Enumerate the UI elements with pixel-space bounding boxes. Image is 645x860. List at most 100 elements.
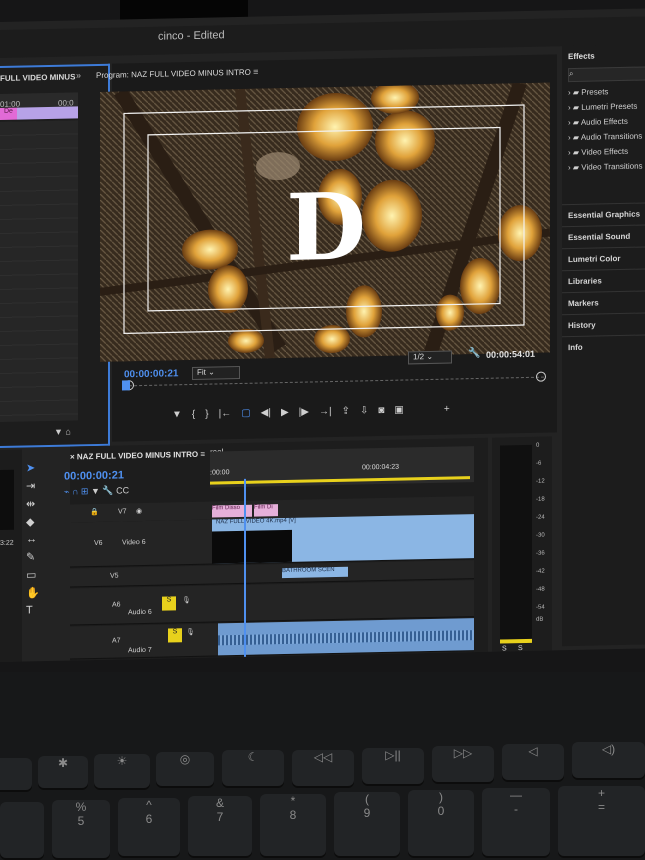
- panel-menu-icon[interactable]: ≡: [200, 450, 205, 459]
- effects-folder-audio-effects[interactable]: › ▰ Audio Effects: [568, 116, 645, 133]
- rectangle-tool-icon[interactable]: ▭: [26, 568, 48, 581]
- clip-film-dissolve-2[interactable]: Film Di: [254, 504, 278, 517]
- export-frame-icon[interactable]: ◙: [378, 404, 384, 415]
- track-a7[interactable]: A7 Audio 7 S 🎙: [70, 618, 474, 660]
- clip-naz-full-video[interactable]: NAZ FULL VIDEO 4K.mp4 [V]: [212, 514, 474, 564]
- key-f8[interactable]: ◁: [502, 744, 564, 780]
- key-f6[interactable]: ▷||: [362, 748, 424, 784]
- key-8[interactable]: * 8: [260, 794, 326, 856]
- effects-folder-video-effects[interactable]: › ▰ Video Effects: [568, 146, 645, 163]
- nest-icon[interactable]: ⊞: [81, 486, 89, 496]
- play-icon[interactable]: ▶: [281, 406, 289, 417]
- key-5[interactable]: % 5: [52, 800, 110, 858]
- add-button-icon[interactable]: +: [444, 403, 450, 414]
- timeline-tab[interactable]: × NAZ FULL VIDEO MINUS INTRO ≡: [70, 450, 205, 462]
- history-tab[interactable]: History: [562, 312, 645, 337]
- go-to-out-icon[interactable]: →|: [319, 406, 332, 417]
- key-f3[interactable]: ◎: [156, 752, 214, 786]
- mark-in-icon[interactable]: {: [192, 408, 195, 419]
- libraries-tab[interactable]: Libraries: [562, 268, 645, 293]
- audio-clip-a7[interactable]: [218, 618, 474, 656]
- effects-search-input[interactable]: ⌕: [568, 66, 645, 83]
- track-select-icon[interactable]: ⇥: [26, 479, 48, 492]
- source-panel[interactable]: FULL VIDEO MINUS » 01:00 00:0 De ▼ ⌂: [0, 63, 110, 448]
- key-f4[interactable]: ☾: [222, 750, 284, 786]
- program-timecode[interactable]: 00:00:00:21: [124, 368, 178, 380]
- effects-title[interactable]: Effects: [568, 52, 595, 62]
- mic-icon[interactable]: 🎙: [186, 628, 195, 636]
- safe-margins-icon[interactable]: ▢: [241, 407, 250, 418]
- playhead-marker[interactable]: [122, 380, 130, 391]
- key-9[interactable]: (9: [334, 792, 400, 856]
- key-4[interactable]: [0, 802, 44, 858]
- program-title[interactable]: Program: NAZ FULL VIDEO MINUS INTRO ≡: [96, 67, 258, 80]
- lift-icon[interactable]: ⇪: [342, 405, 350, 416]
- zoom-dropdown[interactable]: Fit ⌄: [192, 365, 240, 380]
- slip-tool-icon[interactable]: ↔: [26, 533, 48, 545]
- panel-expand-icon[interactable]: »: [76, 70, 81, 80]
- key-f5[interactable]: ◁◁: [292, 750, 354, 786]
- essential-graphics-tab[interactable]: Essential Graphics: [562, 202, 645, 227]
- step-forward-icon[interactable]: |▶: [299, 406, 309, 417]
- key-7[interactable]: & 7: [188, 796, 252, 856]
- lock-icon[interactable]: 🔒: [90, 508, 99, 516]
- essential-sound-tab[interactable]: Essential Sound: [562, 224, 645, 249]
- marker-icon[interactable]: ▼: [91, 486, 100, 496]
- filter-icon[interactable]: ▼ ⌂: [54, 427, 71, 437]
- pen-tool-icon[interactable]: ✎: [26, 550, 48, 563]
- program-scrubber[interactable]: [122, 371, 546, 395]
- timeline-playhead[interactable]: [244, 478, 246, 662]
- scrubber-end-handle[interactable]: [536, 371, 546, 382]
- key-0[interactable]: ) 0: [408, 790, 474, 856]
- work-area-bar[interactable]: [210, 476, 470, 485]
- snap-icon[interactable]: ⌁: [64, 487, 69, 497]
- effects-folder-audio-transitions[interactable]: › ▰ Audio Transitions: [568, 131, 645, 148]
- source-clip[interactable]: De: [0, 106, 78, 120]
- mic-icon[interactable]: 🎙: [182, 596, 191, 604]
- solo-button[interactable]: S: [168, 628, 182, 643]
- close-icon[interactable]: ×: [70, 452, 75, 461]
- extract-icon[interactable]: ⇩: [360, 405, 368, 416]
- effects-folder-lumetri-presets[interactable]: › ▰ Lumetri Presets: [568, 101, 645, 118]
- wrench-icon[interactable]: 🔧: [468, 348, 480, 359]
- panel-menu-icon[interactable]: ≡: [253, 67, 258, 77]
- mark-out-icon[interactable]: }: [205, 408, 208, 419]
- markers-tab[interactable]: Markers: [562, 290, 645, 315]
- resolution-dropdown[interactable]: 1/2 ⌄: [408, 350, 452, 365]
- eye-icon[interactable]: ◉: [136, 507, 142, 515]
- add-marker-icon[interactable]: ▼: [172, 409, 182, 420]
- ripple-edit-icon[interactable]: ⇹: [26, 497, 48, 510]
- clip-film-dissolve[interactable]: Film Disso: [212, 504, 252, 518]
- linked-selection-icon[interactable]: ∩: [72, 486, 78, 496]
- program-video-frame[interactable]: D: [100, 82, 550, 362]
- source-panel-title[interactable]: FULL VIDEO MINUS: [0, 72, 75, 83]
- timeline-ruler[interactable]: :00:00 00:00:04:23: [210, 446, 474, 488]
- key-f2[interactable]: ☀: [94, 754, 150, 788]
- key-minus[interactable]: — -: [482, 788, 550, 856]
- key-f7[interactable]: ▷▷: [432, 746, 494, 782]
- hand-tool-icon[interactable]: ✋: [26, 586, 48, 599]
- razor-tool-icon[interactable]: ◆: [26, 515, 48, 528]
- key-esc[interactable]: [0, 758, 32, 790]
- go-to-in-icon[interactable]: |←: [219, 408, 232, 419]
- effects-folder-video-transitions[interactable]: › ▰ Video Transitions: [568, 161, 645, 178]
- settings-wrench-icon[interactable]: 🔧: [102, 486, 113, 496]
- clip-bathroom-scene[interactable]: BATHROOM SCEN: [282, 566, 348, 579]
- selection-tool-icon[interactable]: ➤: [26, 461, 48, 474]
- captions-icon[interactable]: CC: [116, 485, 129, 495]
- comparison-view-icon[interactable]: ▣: [394, 404, 403, 415]
- source-track-list[interactable]: [0, 120, 78, 422]
- info-tab[interactable]: Info: [562, 334, 645, 359]
- track-v6[interactable]: V6 Video 6 NAZ FULL VIDEO 4K.mp4 [V]: [70, 514, 474, 568]
- step-back-icon[interactable]: ◀|: [261, 407, 271, 418]
- effects-folder-label: Video Transitions: [581, 161, 643, 172]
- effects-folder-presets[interactable]: › ▰ Presets: [568, 86, 645, 103]
- type-tool-icon[interactable]: T: [26, 604, 48, 616]
- key-f9[interactable]: ◁): [572, 742, 645, 778]
- timeline-timecode[interactable]: 00:00:00:21: [64, 469, 124, 482]
- key-f1[interactable]: ✱: [38, 756, 88, 788]
- key-equals[interactable]: + =: [558, 786, 645, 856]
- key-6[interactable]: ^ 6: [118, 798, 180, 856]
- solo-button[interactable]: S: [162, 596, 176, 611]
- lumetri-color-tab[interactable]: Lumetri Color: [562, 246, 645, 271]
